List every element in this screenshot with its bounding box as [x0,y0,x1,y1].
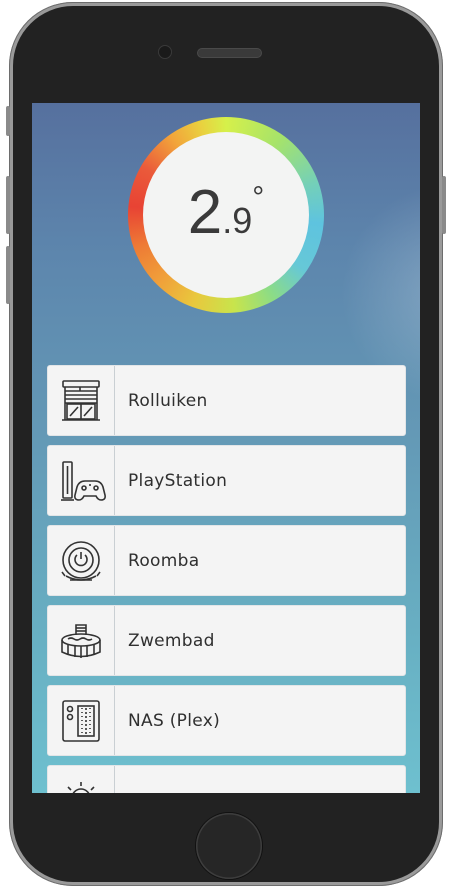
light-bulb-icon [48,766,115,793]
silent-switch [6,106,10,136]
robot-vacuum-icon [48,526,115,595]
front-camera [158,45,172,59]
volume-up-button [6,176,10,234]
volume-down-button [6,246,10,304]
device-label: Lampen [128,766,198,794]
device-item-lampen[interactable]: Lampen [47,765,406,793]
temperature-readout: 2.9° [143,181,309,244]
device-item-zwembad[interactable]: Zwembad [47,605,406,676]
device-label: Rolluiken [128,390,208,411]
power-button [442,176,446,234]
device-label: Zwembad [128,630,215,651]
temperature-integer: 2 [187,178,223,247]
blinds-icon [48,366,115,435]
device-item-playstation[interactable]: PlayStation [47,445,406,516]
thermostat-dial[interactable]: 2.9° [128,117,324,313]
temperature-degree-symbol: ° [252,181,265,214]
app-screen: 2.9° Rolluiken PlayStation Roomba Zwemba… [32,103,420,793]
gaming-console-icon [48,446,115,515]
thermostat-face: 2.9° [143,132,309,298]
device-label: Roomba [128,550,200,571]
device-item-rolluiken[interactable]: Rolluiken [47,365,406,436]
device-item-roomba[interactable]: Roomba [47,525,406,596]
temperature-decimal: .9 [222,200,253,241]
device-label: NAS (Plex) [128,710,221,731]
nas-server-icon [48,686,115,755]
device-label: PlayStation [128,470,228,491]
device-item-nas-plex[interactable]: NAS (Plex) [47,685,406,756]
home-button[interactable] [196,813,262,879]
pool-icon [48,606,115,675]
earpiece-speaker [197,48,262,58]
